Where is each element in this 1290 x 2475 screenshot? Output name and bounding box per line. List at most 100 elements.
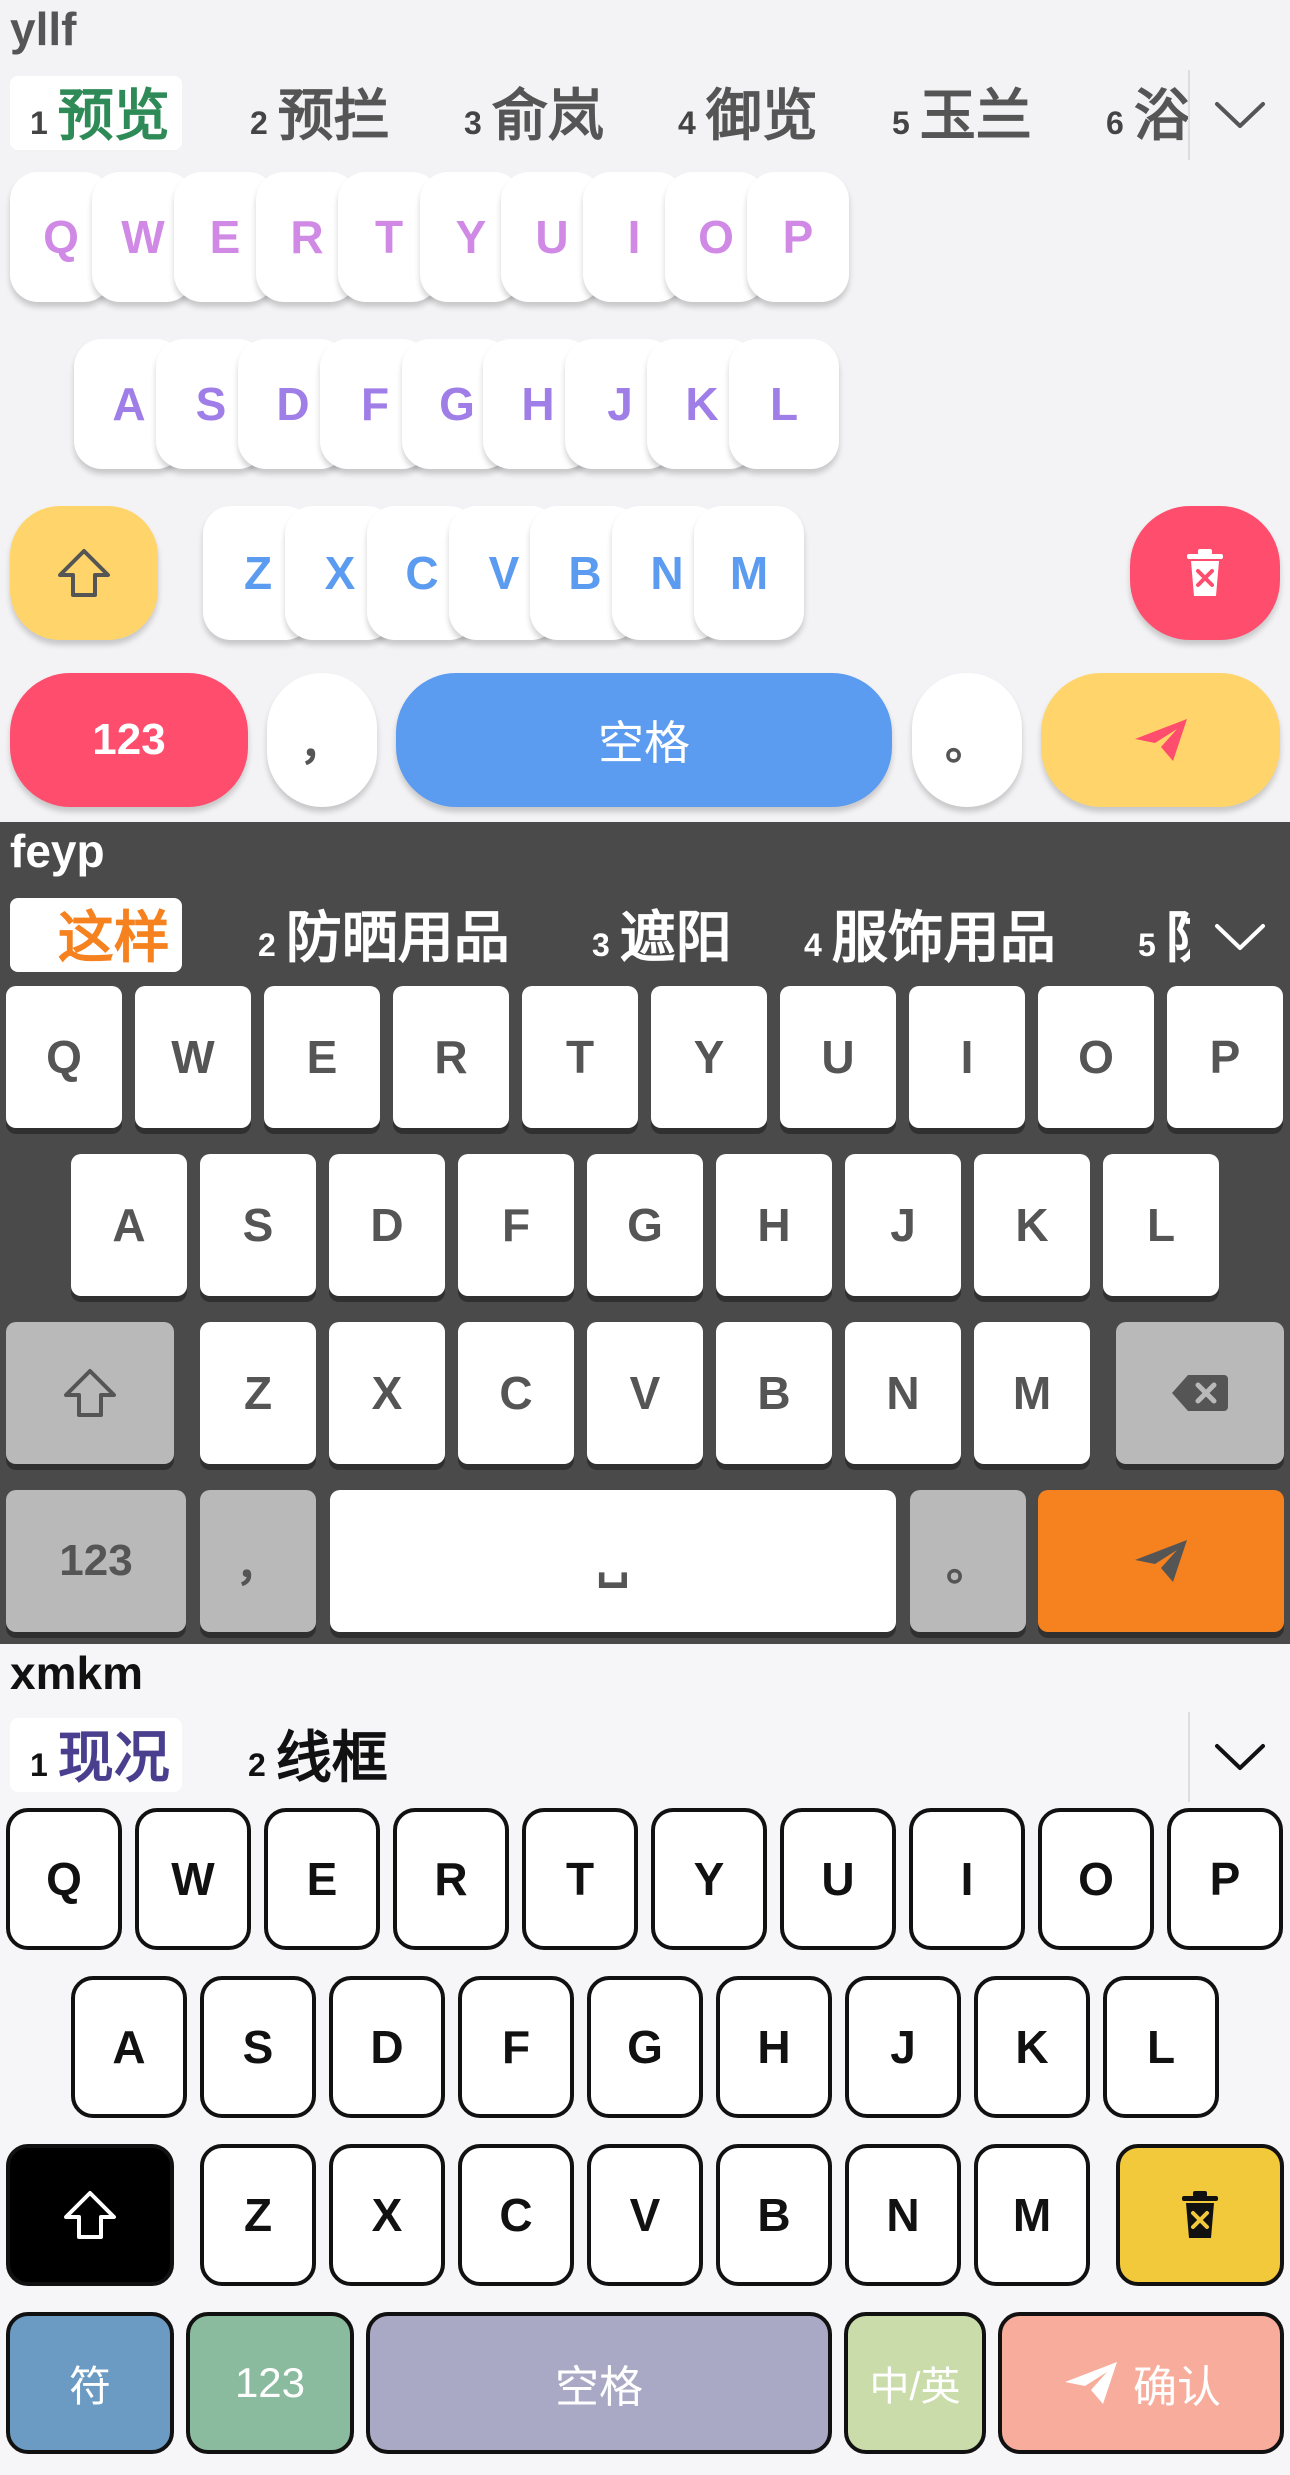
- key-e[interactable]: E: [264, 1808, 380, 1950]
- key-d[interactable]: D: [329, 1154, 445, 1296]
- key-o[interactable]: O: [1038, 1808, 1154, 1950]
- key-n[interactable]: N: [845, 1322, 961, 1464]
- space-bar[interactable]: 空格: [396, 673, 892, 807]
- key-g[interactable]: G: [587, 1976, 703, 2118]
- key-w[interactable]: W: [135, 1808, 251, 1950]
- key-p[interactable]: P: [747, 172, 849, 302]
- space-bar-label: 空格: [598, 717, 690, 769]
- key-r[interactable]: R: [393, 1808, 509, 1950]
- key-a[interactable]: A: [71, 1976, 187, 2118]
- shift-button[interactable]: [6, 1322, 174, 1464]
- key-z[interactable]: Z: [200, 1322, 316, 1464]
- candidate-2[interactable]: 2 预拦: [230, 76, 402, 150]
- comma-key[interactable]: ，: [200, 1490, 316, 1632]
- key-g[interactable]: G: [587, 1154, 703, 1296]
- space-bar[interactable]: ␣: [330, 1490, 896, 1632]
- send-button[interactable]: [1041, 673, 1280, 807]
- key-l[interactable]: L: [729, 339, 839, 469]
- key-r[interactable]: R: [393, 986, 509, 1128]
- key-l[interactable]: L: [1103, 1154, 1219, 1296]
- key-c[interactable]: C: [458, 2144, 574, 2286]
- key-j[interactable]: J: [845, 1976, 961, 2118]
- key-m[interactable]: M: [694, 506, 804, 640]
- candidate-1[interactable]: 1 这样: [10, 898, 182, 972]
- key-s[interactable]: S: [200, 1976, 316, 2118]
- numbers-button-label: 123: [59, 1536, 133, 1585]
- key-b[interactable]: B: [716, 1322, 832, 1464]
- send-button[interactable]: [1038, 1490, 1284, 1632]
- period-key[interactable]: 。: [910, 1490, 1026, 1632]
- candidate-1[interactable]: 1 现况: [10, 1718, 182, 1792]
- numbers-button[interactable]: 123: [6, 1490, 186, 1632]
- key-f[interactable]: F: [458, 1154, 574, 1296]
- candidate-3[interactable]: 3 遮阳: [572, 898, 744, 972]
- key-d[interactable]: D: [329, 1976, 445, 2118]
- key-h[interactable]: H: [716, 1976, 832, 2118]
- key-y[interactable]: Y: [651, 1808, 767, 1950]
- key-a[interactable]: A: [71, 1154, 187, 1296]
- candidate-6[interactable]: 6浴: [1086, 76, 1202, 150]
- key-i[interactable]: I: [909, 1808, 1025, 1950]
- key-f[interactable]: F: [458, 1976, 574, 2118]
- key-m[interactable]: M: [974, 2144, 1090, 2286]
- key-z[interactable]: Z: [200, 2144, 316, 2286]
- key-l[interactable]: L: [1103, 1976, 1219, 2118]
- key-k[interactable]: K: [974, 1154, 1090, 1296]
- key-l-label: L: [1146, 1199, 1176, 1251]
- key-q[interactable]: Q: [6, 1808, 122, 1950]
- delete-button[interactable]: [1130, 506, 1280, 640]
- key-x[interactable]: X: [329, 2144, 445, 2286]
- candidate-4[interactable]: 4 御览: [658, 76, 830, 150]
- key-t[interactable]: T: [522, 1808, 638, 1950]
- period-key[interactable]: 。: [912, 673, 1022, 807]
- key-c[interactable]: C: [458, 1322, 574, 1464]
- expand-candidates-button[interactable]: [1188, 70, 1290, 160]
- candidate-2[interactable]: 2 线框: [228, 1718, 400, 1792]
- language-toggle-button[interactable]: 中/英: [844, 2312, 986, 2454]
- candidate-4[interactable]: 4 服饰用品: [784, 898, 1068, 972]
- key-u[interactable]: U: [780, 1808, 896, 1950]
- candidate-text: 服饰用品: [831, 906, 1056, 969]
- key-q[interactable]: Q: [6, 986, 122, 1128]
- candidate-1[interactable]: 1 预览: [10, 76, 182, 150]
- numbers-button[interactable]: 123: [186, 2312, 354, 2454]
- key-y[interactable]: Y: [651, 986, 767, 1128]
- shift-button[interactable]: [10, 506, 158, 640]
- delete-button[interactable]: [1116, 2144, 1284, 2286]
- key-h[interactable]: H: [716, 1154, 832, 1296]
- key-l-label: L: [769, 378, 799, 430]
- key-e[interactable]: E: [264, 986, 380, 1128]
- key-p[interactable]: P: [1167, 1808, 1283, 1950]
- key-s[interactable]: S: [200, 1154, 316, 1296]
- comma-key[interactable]: ，: [267, 673, 377, 807]
- key-y-label: Y: [455, 211, 487, 263]
- symbols-button[interactable]: 符: [6, 2312, 174, 2454]
- key-p-label: P: [1209, 1853, 1241, 1905]
- key-m[interactable]: M: [974, 1322, 1090, 1464]
- key-j[interactable]: J: [845, 1154, 961, 1296]
- backspace-button[interactable]: [1116, 1322, 1284, 1464]
- shift-button[interactable]: [6, 2144, 174, 2286]
- key-b[interactable]: B: [716, 2144, 832, 2286]
- expand-candidates-button[interactable]: [1190, 892, 1290, 982]
- confirm-button[interactable]: 确认: [998, 2312, 1284, 2454]
- key-p[interactable]: P: [1167, 986, 1283, 1128]
- key-e-label: E: [209, 211, 241, 263]
- candidate-3[interactable]: 3 俞岚: [444, 76, 616, 150]
- space-bar[interactable]: 空格: [366, 2312, 832, 2454]
- key-v[interactable]: V: [587, 1322, 703, 1464]
- key-w[interactable]: W: [135, 986, 251, 1128]
- key-x[interactable]: X: [329, 1322, 445, 1464]
- key-k[interactable]: K: [974, 1976, 1090, 2118]
- candidate-number: 1: [30, 927, 48, 963]
- numbers-button[interactable]: 123: [10, 673, 248, 807]
- expand-candidates-button[interactable]: [1188, 1712, 1290, 1802]
- key-t[interactable]: T: [522, 986, 638, 1128]
- key-o[interactable]: O: [1038, 986, 1154, 1128]
- key-n[interactable]: N: [845, 2144, 961, 2286]
- candidate-2[interactable]: 2 防晒用品: [238, 898, 522, 972]
- key-i[interactable]: I: [909, 986, 1025, 1128]
- key-u[interactable]: U: [780, 986, 896, 1128]
- candidate-5[interactable]: 5 玉兰: [872, 76, 1044, 150]
- key-v[interactable]: V: [587, 2144, 703, 2286]
